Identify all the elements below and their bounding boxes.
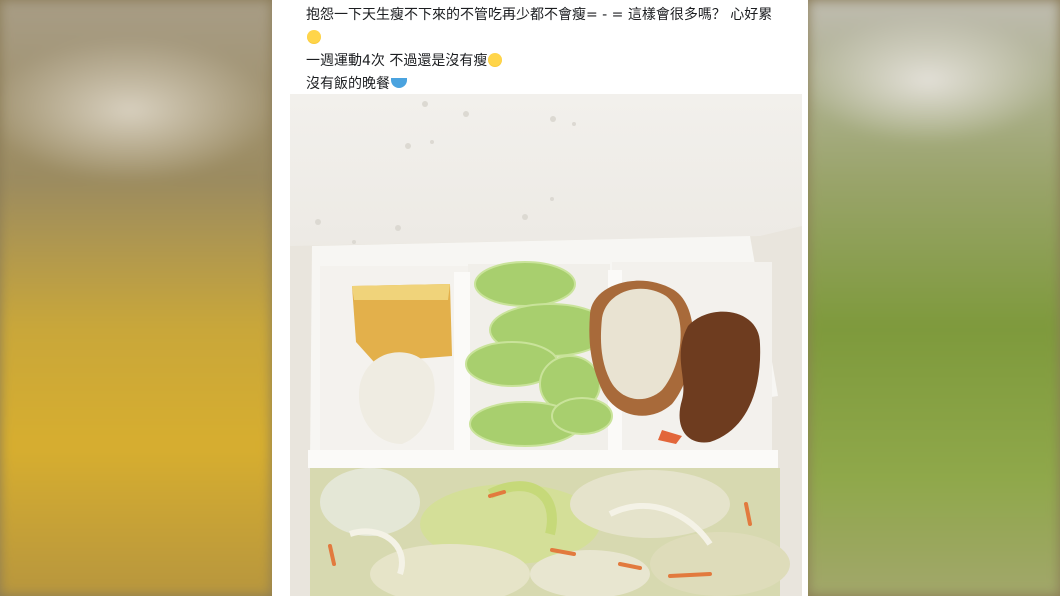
caption-text-1: 抱怨一下天生瘦不下來的不管吃再少都不會瘦= - = 這樣會很多嗎？ 心好累 <box>306 7 773 23</box>
divider-horizontal <box>308 450 778 468</box>
caption-line-3: 沒有飯的晚餐 <box>306 73 786 96</box>
stir-fried-cabbage <box>310 468 790 596</box>
crying-face-icon <box>307 30 321 44</box>
blurred-background-right <box>808 0 1060 596</box>
post-caption: 抱怨一下天生瘦不下來的不管吃再少都不會瘦= - = 這樣會很多嗎？ 心好累 一週… <box>306 4 786 96</box>
post-photo[interactable] <box>290 94 802 596</box>
caption-line-2: 一週運動4次 不過還是沒有瘦 <box>306 50 786 73</box>
caption-line-1: 抱怨一下天生瘦不下來的不管吃再少都不會瘦= - = 這樣會很多嗎？ 心好累 <box>306 4 786 50</box>
lunchbox-photo <box>290 101 802 596</box>
caption-text-2: 一週運動4次 不過還是沒有瘦 <box>306 53 488 69</box>
bowl-icon <box>391 78 407 88</box>
social-post: 抱怨一下天生瘦不下來的不管吃再少都不會瘦= - = 這樣會很多嗎？ 心好累 一週… <box>272 0 808 596</box>
egg-top <box>352 284 450 300</box>
blurred-background-left <box>0 0 272 596</box>
caption-text-3: 沒有飯的晚餐 <box>306 76 390 92</box>
laughing-tears-icon <box>488 53 503 67</box>
